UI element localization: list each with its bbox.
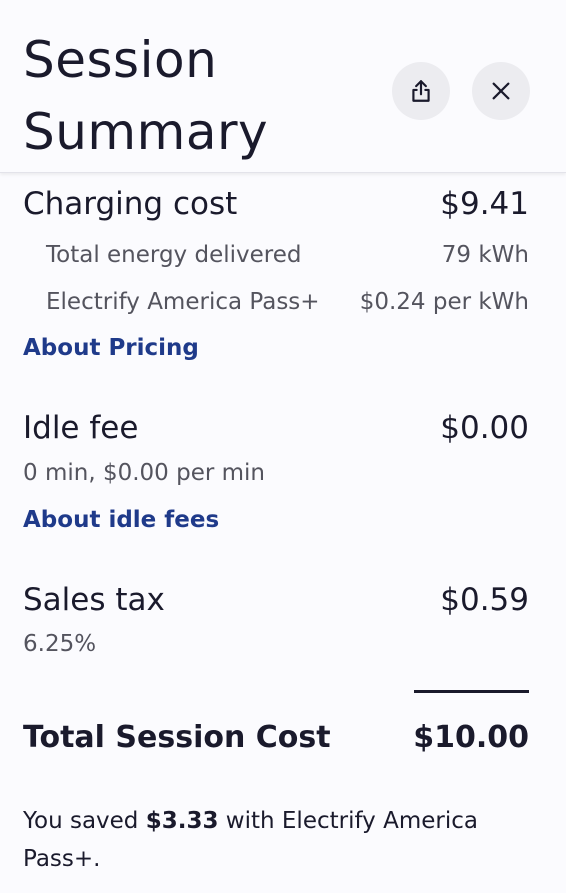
about-idle-fees-link[interactable]: About idle fees <box>23 507 219 533</box>
charging-cost-value: $9.41 <box>440 186 529 222</box>
close-button[interactable] <box>472 62 530 120</box>
sales-tax-row: Sales tax $0.59 <box>23 582 529 618</box>
total-divider <box>414 690 529 693</box>
energy-delivered-label: Total energy delivered <box>46 242 302 268</box>
savings-message: You saved $3.33 with Electrify America P… <box>23 802 523 878</box>
idle-fee-detail: 0 min, $0.00 per min <box>23 460 265 486</box>
charging-cost-row: Charging cost $9.41 <box>23 186 529 222</box>
charging-cost-label: Charging cost <box>23 186 238 222</box>
share-icon <box>412 80 430 102</box>
pricing-plan-row: Electrify America Pass+ $0.24 per kWh <box>46 289 529 315</box>
sales-tax-label: Sales tax <box>23 582 165 618</box>
session-summary-page: Session Summary Charging cost $9.41 Tota… <box>0 0 566 893</box>
pricing-plan-label: Electrify America Pass+ <box>46 289 320 315</box>
idle-fee-value: $0.00 <box>440 410 529 446</box>
page-title: Session Summary <box>23 31 269 161</box>
idle-fee-label: Idle fee <box>23 410 139 446</box>
energy-delivered-value: 79 kWh <box>441 242 529 268</box>
sales-tax-value: $0.59 <box>440 582 529 618</box>
about-pricing-link[interactable]: About Pricing <box>23 335 199 361</box>
share-button[interactable] <box>392 62 450 120</box>
savings-amount: $3.33 <box>145 808 219 834</box>
close-icon <box>492 82 510 100</box>
total-session-cost-label: Total Session Cost <box>23 720 331 755</box>
total-session-cost-row: Total Session Cost $10.00 <box>23 720 529 755</box>
header: Session Summary <box>0 0 566 173</box>
total-session-cost-value: $10.00 <box>413 720 529 755</box>
sales-tax-rate: 6.25% <box>23 631 97 657</box>
energy-delivered-row: Total energy delivered 79 kWh <box>46 242 529 268</box>
idle-fee-row: Idle fee $0.00 <box>23 410 529 446</box>
savings-prefix: You saved <box>23 808 146 834</box>
pricing-plan-value: $0.24 per kWh <box>359 289 529 315</box>
